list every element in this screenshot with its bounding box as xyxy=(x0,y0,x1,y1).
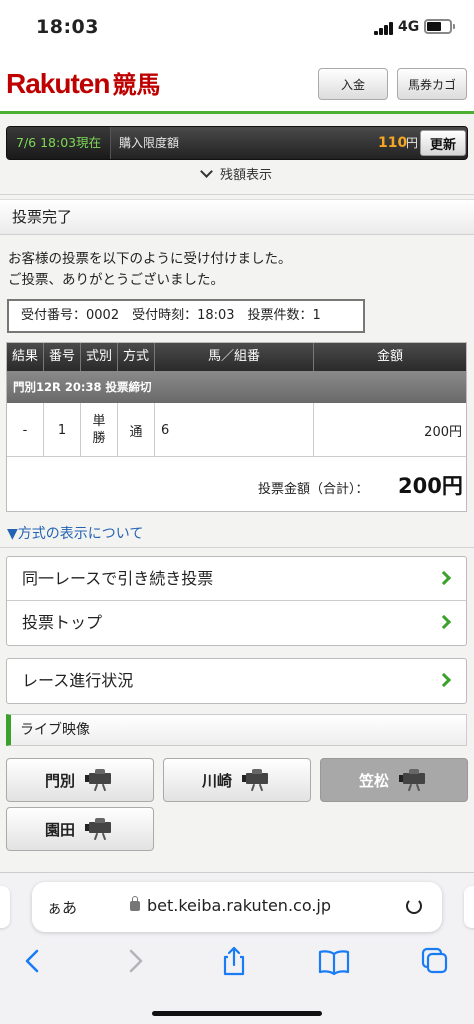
venue-label: 門別 xyxy=(44,771,75,790)
header-horse: 馬／組番 xyxy=(155,343,314,371)
status-time: 18:03 xyxy=(36,16,99,38)
back-icon[interactable] xyxy=(13,945,53,977)
confirmation-message-line2: ご投票、ありがとうございました。 xyxy=(8,272,224,288)
live-video-header: ライブ映像 xyxy=(6,714,467,746)
header-result: 結果 xyxy=(7,343,44,371)
live-video-kawasaki-button[interactable]: 川崎 xyxy=(163,758,311,802)
cell-amount: 200円 xyxy=(424,424,462,440)
video-camera-icon xyxy=(399,769,429,792)
ticket-cart-button[interactable]: 馬券カゴ xyxy=(397,68,467,100)
chevron-down-icon xyxy=(200,165,213,178)
address-bar[interactable]: ぁあ bet.keiba.rakuten.co.jp xyxy=(32,882,442,932)
cell-bet-type: 単 勝 xyxy=(81,403,118,457)
live-video-monbetsu-button[interactable]: 門別 xyxy=(6,758,154,802)
chevron-right-icon xyxy=(436,614,452,630)
cell-horse: 6 xyxy=(155,403,314,457)
venue-label: 園田 xyxy=(44,820,75,839)
continue-voting-label: 同一レースで引き続き投票 xyxy=(22,569,214,588)
venue-label: 笠松 xyxy=(358,771,389,790)
continue-voting-link[interactable]: 同一レースで引き続き投票 xyxy=(7,557,466,601)
race-status-link[interactable]: レース進行状況 xyxy=(7,659,466,703)
purchase-limit-amount: 110 xyxy=(378,135,408,151)
race-status-label: レース進行状況 xyxy=(22,671,134,690)
logo-kanji: 競馬 xyxy=(112,71,161,99)
currency-unit: 円 xyxy=(406,136,419,150)
cell-method: 通 xyxy=(118,403,155,457)
method-display-link[interactable]: ▼方式の表示について xyxy=(7,523,143,543)
bookmarks-icon[interactable] xyxy=(314,945,354,977)
voting-top-link[interactable]: 投票トップ xyxy=(7,601,466,645)
voting-top-label: 投票トップ xyxy=(22,613,103,632)
deposit-button[interactable]: 入金 xyxy=(318,68,388,100)
previous-tab-card[interactable] xyxy=(0,886,10,928)
page-title: 投票完了 xyxy=(0,199,474,235)
battery-icon xyxy=(424,19,455,34)
header-bet-type: 式別 xyxy=(81,343,118,371)
chevron-right-icon xyxy=(436,672,452,688)
bet-type-line2: 勝 xyxy=(92,431,106,446)
balance-timestamp: 7/6 18:03現在 xyxy=(7,127,111,159)
header-amount: 金額 xyxy=(376,349,403,364)
action-menu: 同一レースで引き続き投票 投票トップ xyxy=(6,556,467,646)
logo-text: Rakuten xyxy=(6,68,110,99)
cellular-signal-icon xyxy=(374,22,394,35)
rakuten-keiba-logo[interactable]: Rakuten 競馬 xyxy=(6,65,160,100)
chevron-right-icon xyxy=(436,570,452,586)
table-header: 結果 番号 式別 方式 馬／組番 金額 xyxy=(7,343,466,371)
divider xyxy=(0,194,474,195)
browser-toolbar: ぁあ bet.keiba.rakuten.co.jp xyxy=(0,872,474,1024)
receipt-info: 受付番号：0002 受付時刻：18:03 投票件数：1 xyxy=(7,299,365,333)
site-header: Rakuten 競馬 入金 馬券カゴ xyxy=(0,56,474,114)
video-camera-icon xyxy=(85,769,115,792)
purchase-limit-label: 購入限度額 xyxy=(119,136,180,150)
live-video-sonoda-button[interactable]: 園田 xyxy=(6,807,154,851)
refresh-button[interactable]: 更新 xyxy=(420,130,466,156)
tabs-icon[interactable] xyxy=(415,945,455,977)
status-bar: 18:03 4G xyxy=(0,0,474,56)
race-info: 門別12R 20:38 投票締切 xyxy=(7,371,466,403)
venue-label: 川崎 xyxy=(201,771,232,790)
divider xyxy=(0,547,474,548)
network-type: 4G xyxy=(398,19,420,35)
video-camera-icon xyxy=(85,818,115,841)
header-number: 番号 xyxy=(44,343,81,371)
next-tab-card[interactable] xyxy=(464,886,474,928)
show-balance-toggle[interactable]: 残額表示 xyxy=(0,164,474,186)
reader-options-button[interactable]: ぁあ xyxy=(47,897,77,918)
total-label: 投票金額（合計）： xyxy=(258,482,369,497)
video-camera-icon xyxy=(242,769,272,792)
live-video-kasamatsu-button[interactable]: 笠松 xyxy=(320,758,468,802)
balance-bar: 7/6 18:03現在 購入限度額 110 円 更新 xyxy=(6,126,468,160)
total-value: 200円 xyxy=(398,474,463,498)
table-row: - 1 単 勝 通 6 200円 xyxy=(7,403,466,457)
forward-icon[interactable] xyxy=(115,945,155,977)
lock-icon xyxy=(130,896,140,911)
confirmation-message-line1: お客様の投票を以下のように受け付けました。 xyxy=(8,251,292,267)
reload-icon[interactable] xyxy=(406,898,422,914)
header-method: 方式 xyxy=(118,343,155,371)
home-indicator xyxy=(152,1011,322,1016)
total-row: 投票金額（合計）： 200円 xyxy=(7,457,466,511)
show-balance-label: 残額表示 xyxy=(219,168,272,183)
url-text: bet.keiba.rakuten.co.jp xyxy=(147,896,332,915)
race-status-menu: レース進行状況 xyxy=(6,658,467,704)
cell-result: - xyxy=(7,403,44,457)
bet-type-line1: 単 xyxy=(92,414,106,429)
bets-table: 結果 番号 式別 方式 馬／組番 金額 門別12R 20:38 投票締切 - 1… xyxy=(6,342,467,512)
cell-number: 1 xyxy=(44,403,81,457)
share-icon[interactable] xyxy=(214,945,254,977)
